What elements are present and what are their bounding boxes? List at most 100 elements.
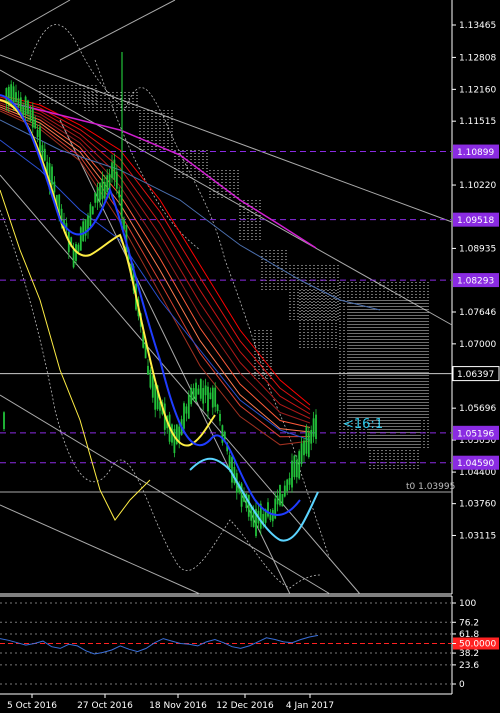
candle-body bbox=[19, 97, 22, 113]
candle-body bbox=[276, 495, 279, 505]
candle-body bbox=[231, 456, 233, 483]
candle-body bbox=[214, 387, 217, 407]
candle-body bbox=[283, 485, 286, 497]
candle-body bbox=[295, 460, 298, 478]
candle-body bbox=[39, 126, 41, 154]
forex-chart: <16:1 t0 1.03995 1.13465 1.12808 1.12160 1.… bbox=[0, 0, 500, 713]
candle-body bbox=[307, 432, 310, 457]
candle-body bbox=[79, 227, 82, 251]
price-tick-label: 1.07000 bbox=[459, 340, 496, 350]
candle-body bbox=[91, 206, 94, 215]
candle-body bbox=[113, 159, 116, 180]
candle-body bbox=[195, 382, 197, 402]
candle-body bbox=[111, 162, 113, 179]
price-tick-label: 1.10220 bbox=[459, 181, 496, 191]
candle-body bbox=[197, 388, 200, 395]
candle-body bbox=[185, 406, 188, 414]
price-level-label: 1.10899 bbox=[457, 148, 494, 158]
osc-tick-label: 76.2 bbox=[459, 618, 479, 628]
candle-body bbox=[103, 181, 106, 199]
price-level-label: 1.05196 bbox=[457, 429, 494, 439]
candle-body bbox=[207, 386, 209, 412]
price-tick-label: 1.11515 bbox=[459, 117, 496, 127]
price-tick-label: 1.13465 bbox=[459, 21, 496, 31]
candle-body bbox=[216, 404, 219, 412]
candle-body bbox=[303, 440, 305, 456]
price-tick-label: 1.07646 bbox=[459, 308, 496, 318]
pattern-annotation: <16:1 bbox=[343, 417, 383, 432]
candle-body bbox=[281, 493, 284, 507]
candle-body bbox=[89, 204, 92, 227]
candle-body bbox=[288, 478, 291, 485]
candle-body bbox=[99, 182, 101, 201]
candle-body bbox=[24, 96, 27, 115]
candle-body bbox=[187, 394, 190, 419]
t0-label: t0 1.03995 bbox=[406, 482, 455, 492]
candle-body bbox=[178, 426, 181, 441]
candle-body bbox=[298, 451, 301, 479]
candle-body bbox=[22, 105, 25, 116]
candle-body bbox=[34, 119, 37, 129]
time-tick-label: 5 Oct 2016 bbox=[7, 701, 57, 711]
candle-body bbox=[82, 221, 85, 242]
candle-body bbox=[247, 494, 250, 517]
candle-body bbox=[43, 148, 46, 161]
candle-body bbox=[192, 388, 195, 400]
current-price-label: 1.06397 bbox=[457, 370, 494, 380]
candle-body bbox=[271, 509, 274, 522]
price-level-label: 1.08293 bbox=[457, 277, 494, 287]
price-level-label: 1.04590 bbox=[457, 459, 494, 469]
candle-body bbox=[31, 108, 34, 128]
candle-body bbox=[118, 190, 121, 198]
candle-body bbox=[3, 412, 5, 430]
candle-body bbox=[211, 387, 214, 408]
candle-body bbox=[204, 385, 207, 396]
candle-body bbox=[291, 460, 293, 488]
candle-body bbox=[293, 455, 296, 478]
candle-body bbox=[77, 244, 80, 253]
candle-body bbox=[305, 426, 308, 454]
price-tick-label: 1.12160 bbox=[459, 85, 496, 95]
candle-body bbox=[267, 502, 269, 517]
candle-body bbox=[106, 175, 109, 193]
candle-body bbox=[252, 511, 255, 527]
candle-body bbox=[123, 219, 125, 230]
price-tick-label: 1.03760 bbox=[459, 500, 496, 510]
candle-body bbox=[269, 514, 272, 521]
price-tick-label: 1.08935 bbox=[459, 244, 496, 254]
candle-body bbox=[149, 369, 152, 388]
time-tick-label: 18 Nov 2016 bbox=[149, 701, 207, 711]
candle-body bbox=[199, 379, 202, 399]
time-tick-label: 12 Dec 2016 bbox=[216, 701, 274, 711]
candle-body bbox=[310, 430, 313, 444]
price-level-label: 1.09518 bbox=[457, 216, 494, 226]
price-tick-label: 1.05696 bbox=[459, 404, 496, 414]
candle-body bbox=[51, 166, 53, 185]
candle-body bbox=[190, 387, 193, 405]
candle-body bbox=[202, 388, 205, 404]
candle-body bbox=[53, 181, 56, 193]
candle-body bbox=[223, 431, 226, 440]
candle-body bbox=[101, 178, 104, 200]
candle-body bbox=[154, 384, 157, 410]
candle-body bbox=[147, 365, 149, 375]
candle-body bbox=[228, 455, 231, 469]
candle-body bbox=[96, 187, 99, 203]
candle-body bbox=[29, 109, 32, 121]
candle-body bbox=[151, 375, 154, 398]
candle-body bbox=[72, 249, 75, 268]
osc-tick-label: 23.6 bbox=[459, 661, 479, 671]
osc-tick-label: 38.2 bbox=[459, 649, 479, 659]
time-tick-label: 27 Oct 2016 bbox=[77, 701, 133, 711]
time-tick-label: 4 Jan 2017 bbox=[286, 701, 334, 711]
candle-body bbox=[315, 414, 317, 440]
candle-body bbox=[15, 92, 17, 103]
candle-body bbox=[115, 171, 118, 189]
candle-body bbox=[27, 100, 29, 115]
candle-body bbox=[286, 479, 289, 492]
candle-body bbox=[279, 484, 281, 506]
osc-tick-label: 50.0000 bbox=[459, 640, 496, 650]
osc-tick-label: 0 bbox=[459, 680, 465, 690]
candle-body bbox=[312, 418, 315, 437]
candle-body bbox=[183, 403, 185, 429]
